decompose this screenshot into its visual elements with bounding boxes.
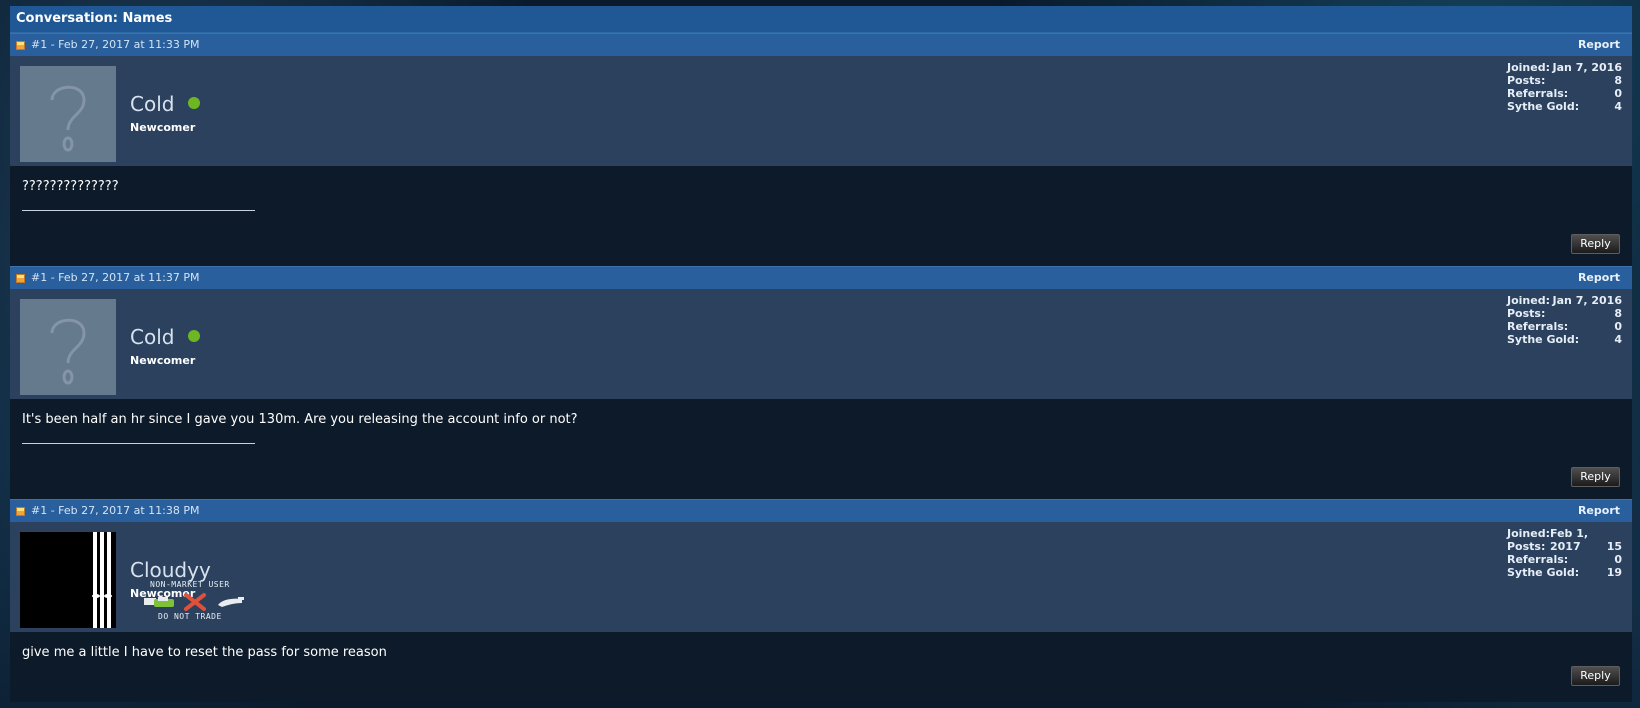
online-status-icon	[188, 330, 201, 342]
username[interactable]: Cold	[130, 92, 201, 116]
referrals-value: 0	[1614, 553, 1622, 566]
avatar[interactable]	[20, 532, 116, 628]
joined-value: Jan 7, 2016	[1552, 294, 1622, 307]
user-rank: Newcomer	[130, 354, 196, 367]
user-stats: Joined: Jan 7, 2016 Posts: 8 Referrals: 0 S…	[1507, 294, 1622, 346]
online-status-icon	[188, 97, 201, 109]
gold-label: Sythe Gold:	[1507, 566, 1580, 579]
post-header: #1 - Feb 27, 2017 at 11:37 PM Report	[10, 266, 1632, 289]
username[interactable]: Cloudyy	[130, 558, 211, 582]
joined-label: Joined:	[1507, 527, 1550, 540]
user-stats: Joined: Jan 7, 2016 Posts: 8 Referrals: 0 S…	[1507, 61, 1622, 113]
reply-button[interactable]: Reply	[1571, 467, 1620, 487]
post-date: #1 - Feb 27, 2017 at 11:33 PM	[31, 38, 200, 51]
badge-bottom-text: DO NOT TRADE	[158, 612, 222, 621]
posts-value: 15	[1606, 540, 1622, 553]
message-body: ?????????????? Reply	[10, 166, 1632, 266]
user-info: Cloudyy Newcomer NON-MARKET USER DO NOT …	[10, 522, 1632, 632]
message-body: give me a little I have to reset the pas…	[10, 632, 1632, 702]
gold-label: Sythe Gold:	[1507, 100, 1580, 113]
post-date: #1 - Feb 27, 2017 at 11:38 PM	[31, 504, 200, 517]
reply-button[interactable]: Reply	[1571, 666, 1620, 686]
posts-label: Posts:	[1507, 307, 1546, 320]
user-stats: Joined: Feb 1, 2017 Posts: 15 Referrals: 0 …	[1507, 527, 1622, 579]
signature-divider	[22, 443, 255, 444]
referrals-label: Referrals:	[1507, 87, 1569, 100]
post-date: #1 - Feb 27, 2017 at 11:37 PM	[31, 271, 200, 284]
post-flag-icon	[16, 507, 25, 516]
user-rank: Newcomer	[130, 121, 196, 134]
post: #1 - Feb 27, 2017 at 11:37 PM Report Col…	[10, 266, 1632, 499]
avatar[interactable]	[20, 299, 116, 395]
report-link[interactable]: Report	[1578, 34, 1620, 56]
conversation-title: Conversation: Names	[10, 6, 1632, 33]
user-info: Cold Newcomer Joined: Jan 7, 2016 Posts: 8…	[10, 56, 1632, 166]
post: #1 - Feb 27, 2017 at 11:33 PM Report Col…	[10, 33, 1632, 266]
conversation: Conversation: Names #1 - Feb 27, 2017 at…	[10, 6, 1632, 708]
post: #1 - Feb 27, 2017 at 11:38 PM Report Clo…	[10, 499, 1632, 702]
report-link[interactable]: Report	[1578, 500, 1620, 522]
reply-button[interactable]: Reply	[1571, 234, 1620, 254]
red-x-icon	[184, 593, 206, 611]
gold-label: Sythe Gold:	[1507, 333, 1580, 346]
post-flag-icon	[16, 274, 25, 283]
joined-value: Feb 1, 2017	[1550, 527, 1589, 553]
username[interactable]: Cold	[130, 325, 201, 349]
user-info: Cold Newcomer Joined: Jan 7, 2016 Posts: 8…	[10, 289, 1632, 399]
gold-value: 4	[1614, 100, 1622, 113]
signature-divider	[22, 210, 255, 211]
referrals-value: 0	[1614, 320, 1622, 333]
post-flag-icon	[16, 41, 25, 50]
report-link[interactable]: Report	[1578, 267, 1620, 289]
avatar[interactable]	[20, 66, 116, 162]
hand-icon	[218, 597, 244, 607]
message-text: It's been half an hr since I gave you 13…	[22, 412, 578, 427]
message-body: It's been half an hr since I gave you 13…	[10, 399, 1632, 499]
referrals-label: Referrals:	[1507, 553, 1569, 566]
referrals-value: 0	[1614, 87, 1622, 100]
joined-value: Jan 7, 2016	[1552, 61, 1622, 74]
message-text: give me a little I have to reset the pas…	[22, 645, 387, 660]
badge-top-text: NON-MARKET USER	[150, 580, 230, 589]
non-market-user-badge: NON-MARKET USER DO NOT TRADE	[140, 580, 252, 622]
adidas-avatar-icon	[20, 532, 116, 628]
handshake-icon	[144, 597, 174, 607]
question-mark-avatar-icon	[20, 66, 116, 162]
posts-value: 8	[1614, 307, 1622, 320]
posts-label: Posts:	[1507, 74, 1546, 87]
message-text: ??????????????	[22, 179, 119, 194]
posts-value: 8	[1614, 74, 1622, 87]
gold-value: 19	[1606, 566, 1622, 579]
joined-label: Joined:	[1507, 61, 1550, 74]
gold-value: 4	[1614, 333, 1622, 346]
post-header: #1 - Feb 27, 2017 at 11:33 PM Report	[10, 33, 1632, 56]
question-mark-avatar-icon	[20, 299, 116, 395]
joined-label: Joined:	[1507, 294, 1550, 307]
post-header: #1 - Feb 27, 2017 at 11:38 PM Report	[10, 499, 1632, 522]
posts-label: Posts:	[1507, 540, 1546, 553]
referrals-label: Referrals:	[1507, 320, 1569, 333]
